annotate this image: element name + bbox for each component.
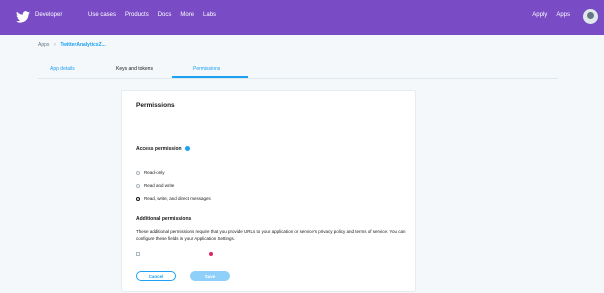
card-title: Permissions bbox=[136, 102, 175, 109]
twitter-bird-icon[interactable] bbox=[16, 11, 30, 23]
nav-link-more[interactable]: More bbox=[180, 12, 194, 18]
nav-right: Apply Apps bbox=[532, 12, 570, 18]
permissions-description bbox=[136, 116, 406, 122]
nav-link-docs[interactable]: Docs bbox=[158, 12, 172, 18]
additional-permission-checkbox-row[interactable] bbox=[136, 251, 213, 256]
permissions-card: Permissions Access permission Read-only … bbox=[121, 90, 416, 292]
additional-permissions-title: Additional permissions bbox=[136, 216, 192, 222]
breadcrumb-current-app: TwitterAnalyticsZ... bbox=[60, 42, 106, 48]
nav-link-labs[interactable]: Labs bbox=[203, 12, 216, 18]
tabs-divider bbox=[38, 78, 558, 79]
radio-read-only[interactable]: Read-only bbox=[136, 170, 165, 175]
nav-links: Use cases Products Docs More Labs bbox=[88, 12, 216, 18]
radio-read-write[interactable]: Read and write bbox=[136, 183, 174, 188]
checkbox-label bbox=[143, 251, 202, 256]
radio-button[interactable] bbox=[136, 183, 140, 188]
avatar[interactable] bbox=[583, 9, 598, 24]
radio-button[interactable] bbox=[136, 170, 140, 175]
radio-label: Read and write bbox=[144, 183, 175, 188]
breadcrumb: Apps > TwitterAnalyticsZ... bbox=[38, 42, 106, 48]
save-button[interactable]: Save bbox=[190, 271, 230, 281]
additional-permissions-text: These additional permissions require tha… bbox=[136, 229, 406, 241]
radio-label: Read, write, and direct messages bbox=[144, 196, 211, 201]
brand-label[interactable]: Developer bbox=[35, 12, 62, 18]
radio-label: Read-only bbox=[144, 170, 165, 175]
access-permission-label: Access permission bbox=[136, 146, 182, 152]
nav-link-apps[interactable]: Apps bbox=[556, 12, 570, 18]
tab-app-details[interactable]: App details bbox=[50, 66, 75, 72]
breadcrumb-apps[interactable]: Apps bbox=[38, 42, 49, 48]
tab-permissions[interactable]: Permissions bbox=[193, 66, 220, 72]
radio-button-selected[interactable] bbox=[136, 196, 140, 201]
nav-link-products[interactable]: Products bbox=[125, 12, 149, 18]
info-icon[interactable] bbox=[184, 146, 190, 152]
required-indicator-icon bbox=[208, 251, 213, 256]
tab-bar: App details Keys and tokens Permissions bbox=[0, 58, 604, 78]
checkbox[interactable] bbox=[136, 251, 140, 256]
radio-read-write-dm[interactable]: Read, write, and direct messages bbox=[136, 196, 211, 201]
top-nav: Developer Use cases Products Docs More L… bbox=[0, 0, 604, 35]
breadcrumb-separator: > bbox=[53, 42, 57, 48]
access-question bbox=[136, 158, 137, 163]
nav-link-apply[interactable]: Apply bbox=[532, 12, 547, 18]
tab-keys-and-tokens[interactable]: Keys and tokens bbox=[116, 66, 153, 72]
access-permission-title: Access permission bbox=[136, 146, 190, 152]
cancel-button[interactable]: Cancel bbox=[136, 271, 176, 281]
nav-link-use-cases[interactable]: Use cases bbox=[88, 12, 116, 18]
